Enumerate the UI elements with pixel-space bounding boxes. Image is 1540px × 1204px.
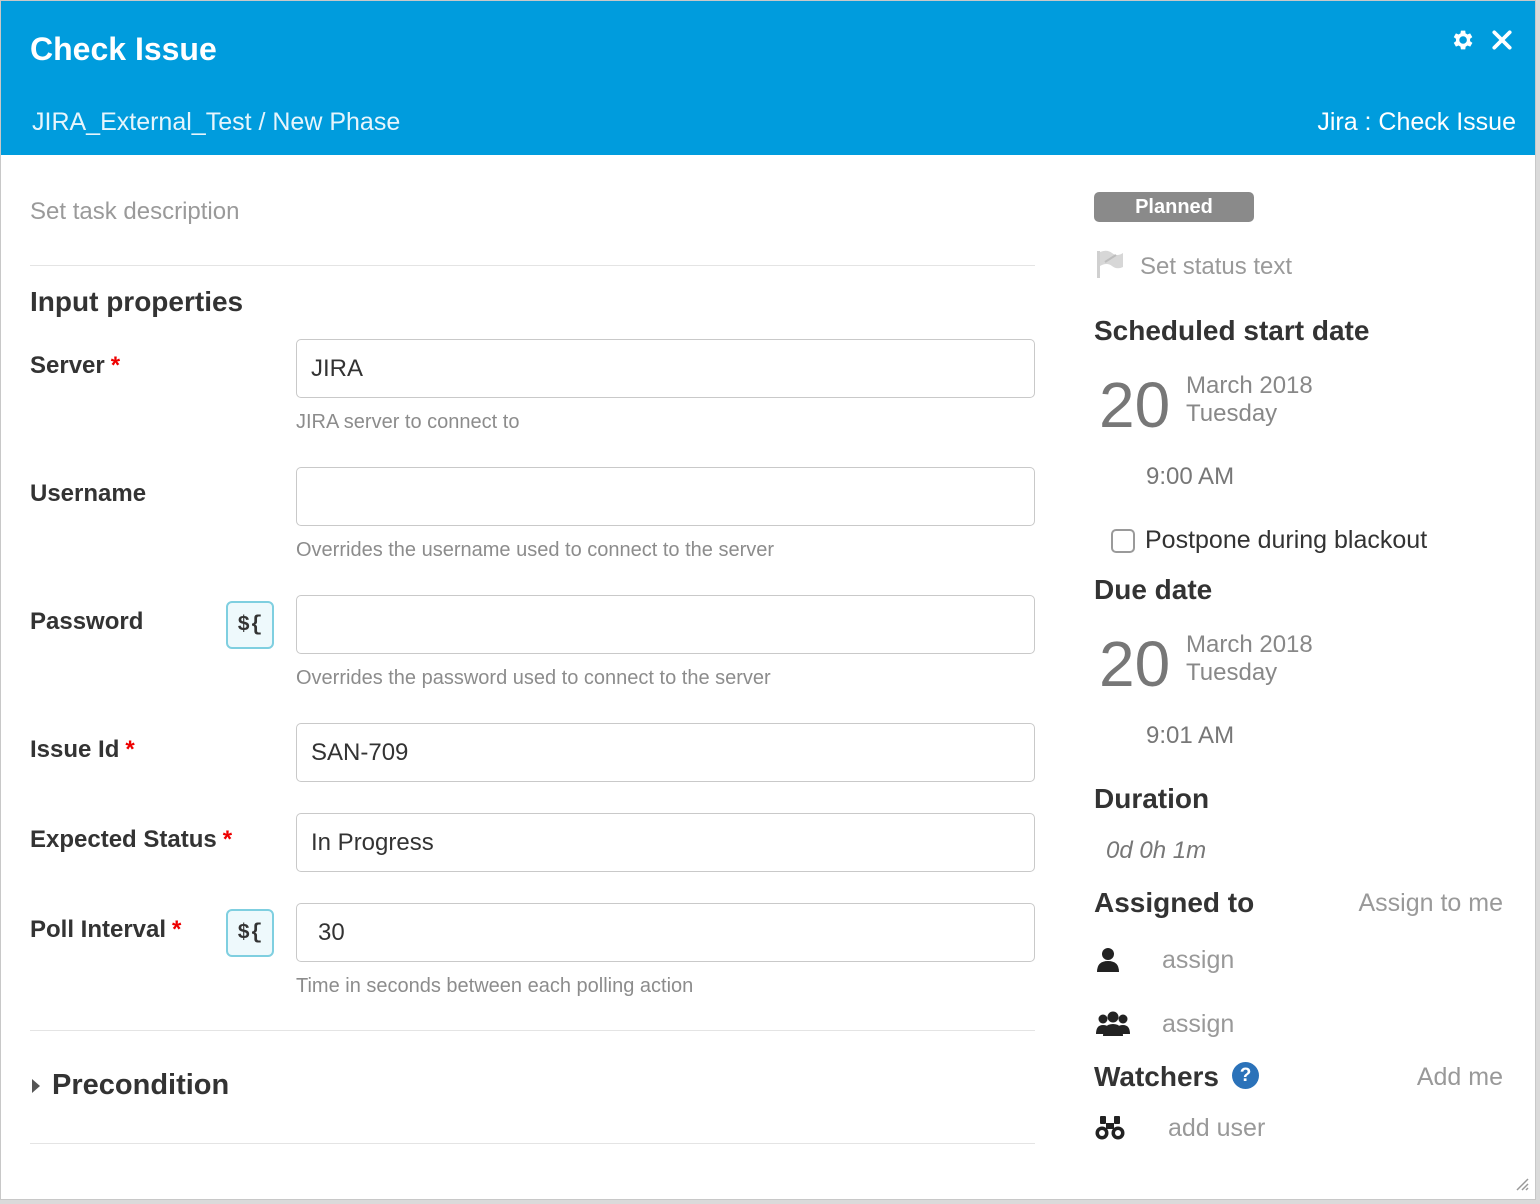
required-marker: * [125, 736, 135, 763]
server-help: JIRA server to connect to [296, 411, 520, 433]
issue-id-label-text: Issue Id [30, 736, 120, 763]
poll-interval-input[interactable] [296, 903, 1035, 962]
username-help: Overrides the username used to connect t… [296, 539, 775, 561]
binoculars-icon [1094, 1113, 1134, 1143]
add-watcher-row: add user [1094, 1113, 1265, 1143]
password-help: Overrides the password used to connect t… [296, 667, 771, 689]
start-month-year: March 2018 [1186, 372, 1313, 399]
due-date-heading: Due date [1094, 574, 1213, 605]
scheduled-start-heading: Scheduled start date [1094, 315, 1370, 346]
server-label: Server * [30, 352, 120, 380]
required-marker: * [172, 916, 182, 943]
assign-to-me-link[interactable]: Assign to me [1358, 889, 1503, 918]
divider [30, 1030, 1035, 1031]
password-variable-button[interactable]: ${ [226, 601, 274, 649]
check-issue-dialog: Check Issue JIRA_External_Test / New Pha… [0, 0, 1536, 1200]
server-input[interactable] [296, 339, 1035, 398]
postpone-blackout-row: Postpone during blackout [1111, 526, 1427, 555]
users-icon [1094, 1009, 1134, 1039]
assign-user-row: assign [1094, 945, 1234, 975]
start-weekday: Tuesday [1186, 400, 1278, 427]
username-label: Username [30, 480, 147, 507]
expected-status-label: Expected Status * [30, 826, 232, 854]
resize-handle-icon[interactable] [1513, 1175, 1529, 1191]
server-label-text: Server [30, 352, 105, 379]
duration-heading: Duration [1094, 783, 1210, 814]
precondition-label: Precondition [52, 1069, 230, 1101]
watchers-heading: Watchers [1094, 1061, 1220, 1092]
flag-icon [1094, 249, 1124, 284]
breadcrumb[interactable]: JIRA_External_Test / New Phase [32, 108, 400, 137]
postpone-blackout-label: Postpone during blackout [1145, 526, 1428, 554]
close-icon[interactable] [1487, 25, 1517, 55]
required-marker: * [110, 352, 121, 379]
start-day[interactable]: 20 [1099, 373, 1170, 437]
due-day[interactable]: 20 [1099, 632, 1170, 696]
assign-team-row: assign [1094, 1009, 1234, 1039]
add-user-link[interactable]: add user [1168, 1114, 1265, 1143]
password-input[interactable] [296, 595, 1035, 654]
poll-interval-label: Poll Interval * [30, 916, 181, 944]
dialog-header: Check Issue JIRA_External_Test / New Pha… [1, 1, 1535, 155]
question-circle-icon[interactable]: ? [1232, 1062, 1259, 1089]
status-text-placeholder: Set status text [1140, 252, 1293, 280]
caret-right-icon [32, 1078, 40, 1093]
postpone-blackout-checkbox[interactable] [1111, 528, 1135, 553]
user-icon [1094, 945, 1134, 975]
task-type-label: Jira : Check Issue [1317, 108, 1516, 136]
expected-status-label-text: Expected Status [30, 826, 217, 853]
poll-interval-variable-button[interactable]: ${ [226, 909, 274, 957]
task-description[interactable]: Set task description [30, 198, 239, 226]
divider [30, 265, 1035, 266]
header-actions [1447, 25, 1517, 55]
assign-user-link[interactable]: assign [1162, 946, 1234, 975]
issue-id-label: Issue Id * [30, 736, 135, 764]
due-weekday: Tuesday [1186, 659, 1278, 686]
divider [30, 1143, 1035, 1144]
gear-icon[interactable] [1447, 25, 1477, 55]
expected-status-input[interactable] [296, 813, 1035, 872]
password-label: Password [30, 608, 144, 635]
add-me-link[interactable]: Add me [1417, 1063, 1503, 1092]
username-input[interactable] [296, 467, 1035, 526]
required-marker: * [222, 826, 233, 853]
due-time[interactable]: 9:01 AM [1146, 722, 1234, 750]
status-badge: Planned [1094, 192, 1254, 222]
assign-team-link[interactable]: assign [1162, 1010, 1234, 1039]
dialog-title: Check Issue [30, 31, 217, 67]
precondition-toggle[interactable]: Precondition [32, 1069, 229, 1102]
due-month-year: March 2018 [1186, 631, 1313, 658]
status-text-row[interactable]: Set status text [1094, 249, 1292, 284]
duration-value[interactable]: 0d 0h 1m [1106, 837, 1206, 865]
issue-id-input[interactable] [296, 723, 1035, 782]
poll-interval-label-text: Poll Interval [30, 916, 167, 943]
input-properties-heading: Input properties [30, 286, 244, 317]
poll-interval-help: Time in seconds between each polling act… [296, 975, 694, 997]
start-time[interactable]: 9:00 AM [1146, 463, 1234, 491]
assigned-to-heading: Assigned to [1094, 887, 1255, 918]
